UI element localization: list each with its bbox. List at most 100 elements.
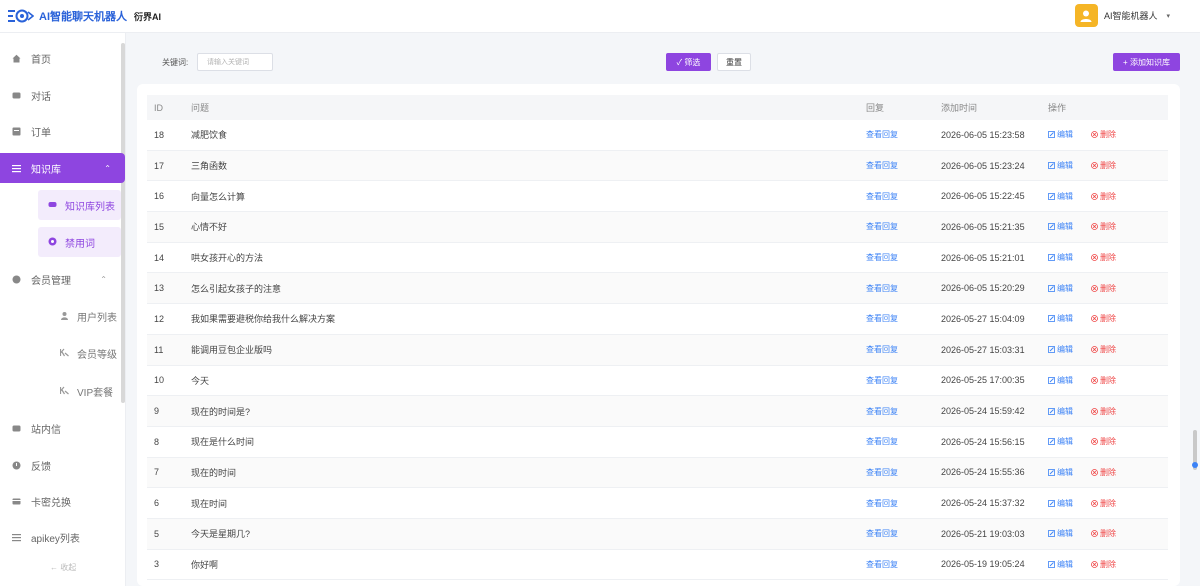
delete-button[interactable]: 删除 bbox=[1091, 283, 1116, 294]
edit-label: 编辑 bbox=[1057, 498, 1073, 508]
knowledge-table: ID 问题 回复 添加时间 操作 18 减肥饮食 查看回复 2026-06-05 15… bbox=[147, 95, 1168, 581]
edit-button[interactable]: 编辑 bbox=[1048, 528, 1073, 539]
edit-button[interactable]: 编辑 bbox=[1048, 191, 1073, 202]
cell-question: 今天 bbox=[191, 375, 210, 386]
sidebar-item-apikey[interactable]: apikey列表 bbox=[0, 522, 121, 552]
delete-button[interactable]: 删除 bbox=[1091, 344, 1116, 355]
filter-button[interactable]: ✓ 筛选 bbox=[666, 53, 711, 71]
avatar[interactable] bbox=[1074, 4, 1098, 27]
edit-button[interactable]: 编辑 bbox=[1048, 252, 1073, 263]
edit-button[interactable]: 编辑 bbox=[1048, 160, 1073, 171]
sidebar-subitem-label: 禁用词 bbox=[65, 238, 95, 250]
sidebar-item-orders[interactable]: 订单 bbox=[0, 116, 121, 146]
cell-question: 心情不好 bbox=[191, 222, 228, 233]
view-reply-link[interactable]: 查看回复 bbox=[866, 314, 898, 323]
user-name[interactable]: AI智能机器人 bbox=[1104, 9, 1158, 22]
delete-button[interactable]: 删除 bbox=[1091, 191, 1116, 202]
edit-button[interactable]: 编辑 bbox=[1048, 129, 1073, 140]
delete-button[interactable]: 删除 bbox=[1091, 160, 1116, 171]
cell-id: 12 bbox=[154, 313, 165, 324]
collapse-sidebar-button[interactable]: ← 收起 bbox=[50, 562, 76, 573]
sidebar-item-members[interactable]: 会员管理 ⌃ bbox=[0, 264, 121, 294]
table-row: 13 怎么引起女孩子的注意 查看回复 2026-06-05 15:20:29 编辑 删除 bbox=[147, 273, 1168, 305]
chevron-down-icon[interactable]: ▾ bbox=[1166, 12, 1170, 20]
view-reply-link[interactable]: 查看回复 bbox=[866, 192, 898, 201]
table-row: 7 现在的时间 查看回复 2026-05-24 15:55:36 编辑 删除 bbox=[147, 457, 1168, 489]
sidebar-item-label: apikey列表 bbox=[31, 533, 80, 545]
sidebar-item-chat[interactable]: 对话 bbox=[0, 80, 121, 110]
view-reply-link[interactable]: 查看回复 bbox=[866, 499, 898, 508]
view-reply-link[interactable]: 查看回复 bbox=[866, 437, 898, 446]
cell-question: 现在时间 bbox=[191, 498, 228, 509]
sidebar-item-knowledge[interactable]: 知识库 ⌃ bbox=[0, 153, 125, 183]
edit-icon bbox=[1048, 407, 1055, 415]
view-reply-link[interactable]: 查看回复 bbox=[866, 161, 898, 170]
edit-button[interactable]: 编辑 bbox=[1048, 436, 1073, 447]
view-reply-link[interactable]: 查看回复 bbox=[866, 345, 898, 354]
keyword-input[interactable] bbox=[197, 53, 273, 71]
user-menu[interactable]: AI智能机器人 ▾ bbox=[1074, 4, 1170, 27]
delete-button[interactable]: 删除 bbox=[1091, 498, 1116, 509]
delete-label: 删除 bbox=[1100, 191, 1116, 201]
logo[interactable]: AI智能聊天机器人 bbox=[0, 0, 127, 33]
cell-id: 8 bbox=[154, 436, 160, 447]
sidebar-item-feedback[interactable]: 反馈 bbox=[0, 450, 121, 480]
delete-button[interactable]: 删除 bbox=[1091, 528, 1116, 539]
view-reply-link[interactable]: 查看回复 bbox=[866, 222, 898, 231]
sidebar-subitem-knowledge-list[interactable]: 知识库列表 bbox=[38, 190, 121, 220]
edit-button[interactable]: 编辑 bbox=[1048, 283, 1073, 294]
cell-time: 2026-06-05 15:23:58 bbox=[941, 129, 1025, 140]
view-reply-link[interactable]: 查看回复 bbox=[866, 284, 898, 293]
edit-label: 编辑 bbox=[1057, 222, 1073, 232]
edit-label: 编辑 bbox=[1057, 253, 1073, 263]
sidebar-subitem-banned-words[interactable]: 禁用词 bbox=[38, 227, 121, 257]
delete-icon bbox=[1091, 346, 1098, 354]
edit-button[interactable]: 编辑 bbox=[1048, 375, 1073, 386]
edit-label: 编辑 bbox=[1057, 283, 1073, 293]
delete-button[interactable]: 删除 bbox=[1091, 559, 1116, 570]
edit-button[interactable]: 编辑 bbox=[1048, 344, 1073, 355]
sidebar-subitem-user-list[interactable]: 用户列表 bbox=[60, 301, 117, 331]
reset-button[interactable]: 重置 bbox=[717, 53, 751, 71]
edit-button[interactable]: 编辑 bbox=[1048, 313, 1073, 324]
delete-button[interactable]: 删除 bbox=[1091, 252, 1116, 263]
edit-button[interactable]: 编辑 bbox=[1048, 406, 1073, 417]
brand-name: 衍界AI bbox=[134, 11, 162, 22]
cell-id: 17 bbox=[154, 160, 165, 171]
view-reply-link[interactable]: 查看回复 bbox=[866, 529, 898, 538]
cell-id: 7 bbox=[154, 467, 160, 478]
view-reply-link[interactable]: 查看回复 bbox=[866, 468, 898, 477]
view-reply-link[interactable]: 查看回复 bbox=[866, 376, 898, 385]
view-reply-link[interactable]: 查看回复 bbox=[866, 130, 898, 139]
cell-time: 2026-06-05 15:21:35 bbox=[941, 221, 1025, 232]
delete-button[interactable]: 删除 bbox=[1091, 221, 1116, 232]
sidebar-subitem-vip-plans[interactable]: VIP套餐 bbox=[59, 376, 113, 406]
sidebar-item-home[interactable]: 首页 bbox=[0, 43, 121, 73]
edit-label: 编辑 bbox=[1057, 375, 1073, 385]
sidebar-subitem-member-levels[interactable]: 会员等级 bbox=[59, 338, 117, 368]
delete-button[interactable]: 删除 bbox=[1091, 467, 1116, 478]
view-reply-link[interactable]: 查看回复 bbox=[866, 253, 898, 262]
delete-button[interactable]: 删除 bbox=[1091, 313, 1116, 324]
delete-button[interactable]: 删除 bbox=[1091, 436, 1116, 447]
sidebar-item-inbox[interactable]: 站内信 bbox=[0, 413, 121, 443]
edit-button[interactable]: 编辑 bbox=[1048, 221, 1073, 232]
edit-button[interactable]: 编辑 bbox=[1048, 467, 1073, 478]
delete-button[interactable]: 删除 bbox=[1091, 375, 1116, 386]
edit-button[interactable]: 编辑 bbox=[1048, 498, 1073, 509]
cell-time: 2026-05-24 15:55:36 bbox=[941, 467, 1025, 478]
delete-button[interactable]: 删除 bbox=[1091, 129, 1116, 140]
sidebar-scrollbar[interactable] bbox=[121, 43, 125, 403]
cell-question: 向量怎么计算 bbox=[191, 191, 246, 202]
delete-label: 删除 bbox=[1100, 161, 1116, 171]
table-row: 12 我如果需要避税你给我什么解决方案 查看回复 2026-05-27 15:04:0… bbox=[147, 304, 1168, 335]
view-reply-link[interactable]: 查看回复 bbox=[866, 560, 898, 569]
edit-icon bbox=[1048, 376, 1055, 384]
add-knowledge-button[interactable]: + 添加知识库 bbox=[1113, 53, 1180, 71]
delete-label: 删除 bbox=[1100, 345, 1116, 355]
view-reply-link[interactable]: 查看回复 bbox=[866, 407, 898, 416]
list-icon bbox=[12, 164, 21, 173]
edit-button[interactable]: 编辑 bbox=[1048, 559, 1073, 570]
sidebar-item-card-redeem[interactable]: 卡密兑换 bbox=[0, 486, 121, 516]
delete-button[interactable]: 删除 bbox=[1091, 406, 1116, 417]
